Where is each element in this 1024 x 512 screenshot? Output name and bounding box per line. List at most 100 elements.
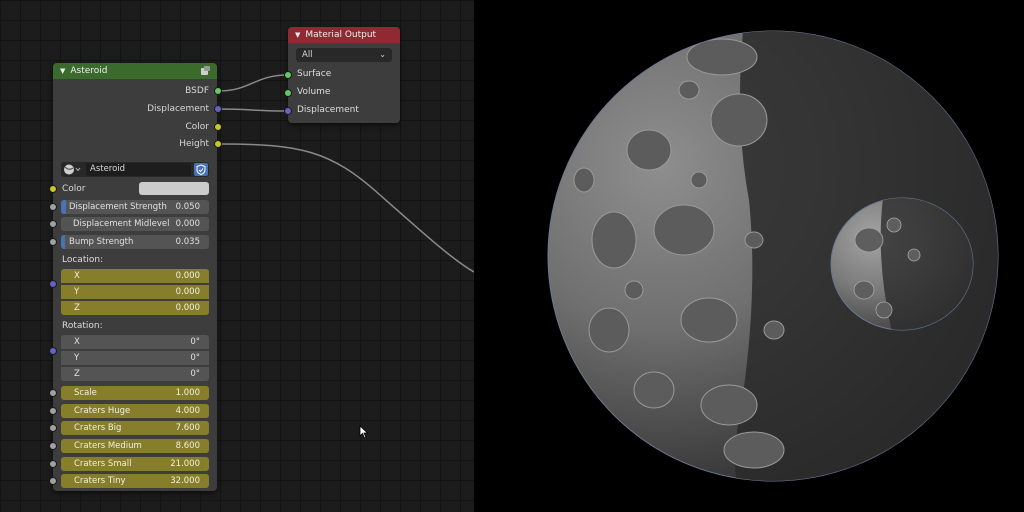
asteroid-title: Asteroid — [70, 66, 108, 76]
bump-strength-field[interactable]: Bump Strength 0.035 — [61, 235, 209, 249]
mouse-pointer-icon — [359, 425, 369, 439]
rotation-z-label: Z — [74, 369, 80, 379]
material-output-node[interactable]: ▼ Material Output All ⌄ Surface Volume Di… — [284, 27, 400, 123]
displacement-midlevel-label: Displacement Midlevel — [73, 219, 170, 229]
target-dropdown-value: All — [302, 50, 313, 60]
socket-volume[interactable] — [284, 89, 292, 97]
scale-field[interactable]: Scale 1.000 — [61, 386, 209, 400]
location-label: Location: — [62, 255, 104, 265]
color-swatch[interactable] — [139, 182, 209, 195]
shield-check-icon[interactable] — [194, 163, 208, 176]
slider-fill — [61, 235, 65, 249]
bump-strength-value: 0.035 — [175, 237, 200, 247]
rotation-z-value: 0° — [190, 369, 200, 379]
displacement-strength-label: Displacement Strength — [69, 202, 167, 212]
socket-rotation[interactable] — [49, 347, 57, 355]
rotation-y-label: Y — [74, 353, 80, 363]
output-displacement-label: Displacement — [147, 104, 209, 114]
socket-bump-strength[interactable] — [49, 238, 57, 246]
material-output-title: Material Output — [305, 30, 377, 40]
socket-displacement-strength[interactable] — [49, 203, 57, 211]
input-volume-label: Volume — [297, 87, 331, 97]
socket-craters-medium[interactable] — [49, 442, 57, 450]
craters-medium-value: 8.600 — [175, 441, 200, 451]
location-z-field[interactable]: Z 0.000 — [61, 301, 209, 315]
asteroid-header[interactable]: ▼ Asteroid — [53, 63, 217, 79]
craters-big-value: 7.600 — [175, 423, 200, 433]
craters-huge-label: Craters Huge — [74, 406, 131, 416]
output-height-label: Height — [179, 139, 209, 149]
color-label: Color — [62, 184, 86, 194]
craters-big-label: Craters Big — [74, 423, 122, 433]
socket-craters-huge[interactable] — [49, 407, 57, 415]
craters-big-field[interactable]: Craters Big 7.600 — [61, 421, 209, 435]
craters-huge-value: 4.000 — [175, 406, 200, 416]
rotation-x-field[interactable]: X 0° — [61, 335, 209, 349]
scale-value: 1.000 — [175, 388, 200, 398]
material-output-header[interactable]: ▼ Material Output — [288, 27, 400, 43]
rotation-x-label: X — [74, 337, 80, 347]
render-viewport[interactable] — [474, 0, 1024, 512]
socket-scale[interactable] — [49, 389, 57, 397]
socket-craters-tiny[interactable] — [49, 477, 57, 485]
input-displacement-label: Displacement — [297, 105, 359, 115]
rotation-y-value: 0° — [190, 353, 200, 363]
socket-displacement-in[interactable] — [284, 107, 292, 115]
location-y-field[interactable]: Y 0.000 — [61, 285, 209, 299]
sphere-material-icon[interactable] — [62, 162, 82, 177]
location-z-label: Z — [74, 303, 80, 313]
link-displacement[interactable] — [218, 108, 289, 112]
socket-color-out[interactable] — [214, 123, 222, 131]
datablock-name: Asteroid — [90, 164, 126, 174]
rotation-z-field[interactable]: Z 0° — [61, 367, 209, 381]
socket-displacement-out[interactable] — [214, 105, 222, 113]
scale-label: Scale — [74, 388, 97, 398]
input-surface-label: Surface — [297, 69, 332, 79]
output-bsdf-label: BSDF — [185, 86, 209, 96]
socket-craters-big[interactable] — [49, 424, 57, 432]
rotation-x-value: 0° — [190, 337, 200, 347]
location-z-value: 0.000 — [175, 303, 200, 313]
datablock-name-field[interactable]: Asteroid — [86, 163, 191, 176]
collapse-triangle-icon[interactable]: ▼ — [60, 67, 65, 75]
chevron-down-icon: ⌄ — [379, 50, 386, 59]
displacement-strength-value: 0.050 — [175, 202, 200, 212]
datablock-selector[interactable]: Asteroid — [61, 162, 209, 177]
craters-medium-field[interactable]: Craters Medium 8.600 — [61, 439, 209, 453]
asteroid-render — [547, 30, 999, 482]
target-dropdown[interactable]: All ⌄ — [296, 48, 392, 62]
bump-strength-label: Bump Strength — [69, 237, 134, 247]
craters-tiny-label: Craters Tiny — [74, 476, 126, 486]
node-group-icon[interactable] — [200, 65, 211, 76]
location-x-value: 0.000 — [175, 271, 200, 281]
socket-displacement-midlevel[interactable] — [49, 220, 57, 228]
displacement-strength-field[interactable]: Displacement Strength 0.050 — [61, 200, 209, 214]
rotation-label: Rotation: — [62, 321, 103, 331]
location-x-label: X — [74, 271, 80, 281]
socket-bsdf-out[interactable] — [214, 87, 222, 95]
craters-small-value: 21.000 — [170, 459, 200, 469]
output-color-label: Color — [185, 122, 210, 132]
slider-fill — [61, 200, 66, 214]
displacement-midlevel-value: 0.000 — [175, 219, 200, 229]
craters-tiny-field[interactable]: Craters Tiny 32.000 — [61, 474, 209, 488]
link-height-viewer[interactable] — [218, 143, 474, 273]
socket-craters-small[interactable] — [49, 460, 57, 468]
craters-small-field[interactable]: Craters Small 21.000 — [61, 457, 209, 471]
craters-tiny-value: 32.000 — [170, 476, 200, 486]
socket-surface[interactable] — [284, 71, 292, 79]
socket-height-out[interactable] — [214, 140, 222, 148]
craters-small-label: Craters Small — [74, 459, 132, 469]
rotation-y-field[interactable]: Y 0° — [61, 351, 209, 365]
location-y-value: 0.000 — [175, 287, 200, 297]
displacement-midlevel-field[interactable]: Displacement Midlevel 0.000 — [61, 217, 209, 231]
craters-medium-label: Craters Medium — [74, 441, 142, 451]
location-x-field[interactable]: X 0.000 — [61, 269, 209, 283]
node-editor[interactable]: ▼ Material Output All ⌄ Surface Volume Di… — [0, 0, 474, 512]
location-y-label: Y — [74, 287, 80, 297]
link-bsdf-surface[interactable] — [218, 74, 289, 92]
socket-color-in[interactable] — [49, 185, 57, 193]
socket-location[interactable] — [49, 280, 57, 288]
collapse-triangle-icon[interactable]: ▼ — [295, 31, 300, 39]
craters-huge-field[interactable]: Craters Huge 4.000 — [61, 404, 209, 418]
